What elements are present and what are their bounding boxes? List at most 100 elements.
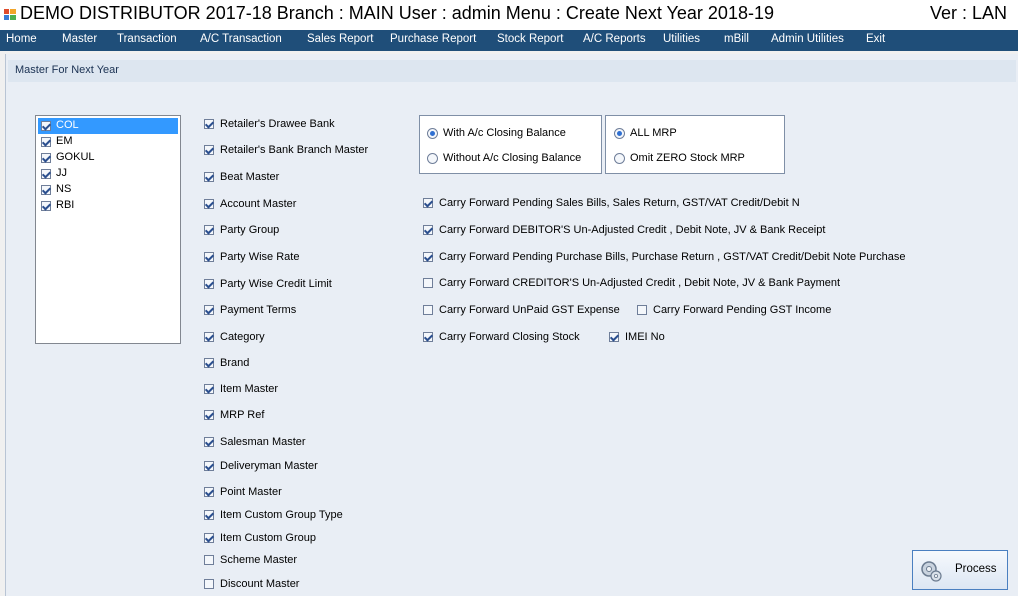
radio-label: Without A/c Closing Balance (443, 152, 582, 164)
radio-button[interactable] (427, 128, 438, 139)
checkbox[interactable] (204, 410, 214, 420)
company-list[interactable]: COL EM GOKUL JJ NS RBI (35, 115, 181, 344)
checkbox[interactable] (423, 332, 433, 342)
version-label: Ver : LAN (930, 3, 1008, 23)
company-item-col[interactable]: COL (38, 118, 178, 134)
checkbox[interactable] (423, 225, 433, 235)
menu-sales-report[interactable]: Sales Report (307, 33, 373, 45)
checkbox[interactable] (204, 172, 214, 182)
checkbox[interactable] (204, 437, 214, 447)
menu-purchase-report[interactable]: Purchase Report (390, 33, 476, 45)
checkbox-label: Party Wise Rate (220, 251, 300, 263)
menu-master[interactable]: Master (62, 33, 97, 45)
company-label: EM (56, 135, 73, 147)
checkbox[interactable] (204, 358, 214, 368)
checkbox[interactable] (204, 487, 214, 497)
menu-transaction[interactable]: Transaction (117, 33, 177, 45)
checkbox[interactable] (204, 579, 214, 589)
radio-button[interactable] (614, 128, 625, 139)
checkbox-label: Carry Forward Closing Stock (439, 331, 580, 343)
company-label: NS (56, 183, 72, 195)
checkbox-label: Carry Forward Pending Sales Bills, Sales… (439, 197, 800, 209)
panel-title: Master For Next Year (15, 64, 119, 76)
panel-header (8, 60, 1016, 82)
company-checkbox[interactable] (41, 169, 51, 179)
checkbox-label: Party Wise Credit Limit (220, 278, 332, 290)
checkbox-label: Salesman Master (220, 436, 306, 448)
checkbox[interactable] (204, 199, 214, 209)
radio-button[interactable] (614, 153, 625, 164)
title-bar: DEMO DISTRIBUTOR 2017-18 Branch : MAIN U… (0, 0, 1018, 30)
menu-stock-report[interactable]: Stock Report (497, 33, 563, 45)
checkbox[interactable] (204, 225, 214, 235)
company-item-jj[interactable]: JJ (38, 166, 178, 182)
checkbox[interactable] (204, 305, 214, 315)
checkbox[interactable] (204, 555, 214, 565)
closing-balance-group (419, 115, 602, 174)
company-item-em[interactable]: EM (38, 134, 178, 150)
checkbox[interactable] (204, 332, 214, 342)
checkbox[interactable] (204, 119, 214, 129)
radio-button[interactable] (427, 153, 438, 164)
radio-label: Omit ZERO Stock MRP (630, 152, 745, 164)
checkbox-label: Item Custom Group (220, 532, 316, 544)
process-label: Process (955, 563, 997, 575)
menu-utilities[interactable]: Utilities (663, 33, 700, 45)
company-item-ns[interactable]: NS (38, 182, 178, 198)
company-label: JJ (56, 167, 67, 179)
checkbox-label: IMEI No (625, 331, 665, 343)
checkbox-label: Discount Master (220, 578, 300, 590)
gear-icon (921, 561, 942, 582)
process-button[interactable]: Process (912, 550, 1008, 590)
checkbox[interactable] (423, 198, 433, 208)
checkbox[interactable] (609, 332, 619, 342)
checkbox-label: Carry Forward DEBITOR'S Un-Adjusted Cred… (439, 224, 826, 236)
checkbox-label: Deliveryman Master (220, 460, 318, 472)
radio-label: With A/c Closing Balance (443, 127, 566, 139)
checkbox-label: Brand (220, 357, 250, 369)
checkbox[interactable] (423, 305, 433, 315)
checkbox-label: Carry Forward Pending Purchase Bills, Pu… (439, 251, 906, 263)
menu-home[interactable]: Home (6, 33, 37, 45)
company-label: GOKUL (56, 151, 95, 163)
checkbox-label: Point Master (220, 486, 282, 498)
checkbox-label: Category (220, 331, 265, 343)
company-item-gokul[interactable]: GOKUL (38, 150, 178, 166)
company-checkbox[interactable] (41, 153, 51, 163)
menu-mbill[interactable]: mBill (724, 33, 749, 45)
company-label: RBI (56, 199, 75, 211)
checkbox[interactable] (423, 252, 433, 262)
checkbox-label: Payment Terms (220, 304, 297, 316)
app-icon (4, 9, 16, 20)
checkbox[interactable] (637, 305, 647, 315)
mrp-group (605, 115, 785, 174)
checkbox-label: Carry Forward CREDITOR'S Un-Adjusted Cre… (439, 277, 841, 289)
checkbox-label: Account Master (220, 198, 297, 210)
company-item-rbi[interactable]: RBI (38, 198, 178, 214)
menu-admin-utilities[interactable]: Admin Utilities (771, 33, 844, 45)
menu-exit[interactable]: Exit (866, 33, 885, 45)
checkbox[interactable] (423, 278, 433, 288)
checkbox-label: Beat Master (220, 171, 280, 183)
checkbox[interactable] (204, 510, 214, 520)
company-checkbox[interactable] (41, 201, 51, 211)
company-label: COL (56, 119, 79, 131)
checkbox[interactable] (204, 461, 214, 471)
company-checkbox[interactable] (41, 185, 51, 195)
checkbox-label: Party Group (220, 224, 280, 236)
checkbox-label: Item Master (220, 383, 279, 395)
checkbox-label: Retailer's Drawee Bank (220, 118, 335, 130)
checkbox-label: Carry Forward UnPaid GST Expense (439, 304, 620, 316)
company-checkbox[interactable] (41, 121, 51, 131)
checkbox-label: Scheme Master (220, 554, 298, 566)
checkbox-label: Carry Forward Pending GST Income (653, 304, 832, 316)
checkbox[interactable] (204, 279, 214, 289)
menu-ac-transaction[interactable]: A/C Transaction (200, 33, 282, 45)
checkbox[interactable] (204, 145, 214, 155)
menu-ac-reports[interactable]: A/C Reports (583, 33, 646, 45)
checkbox[interactable] (204, 384, 214, 394)
checkbox[interactable] (204, 533, 214, 543)
checkbox-label: Retailer's Bank Branch Master (220, 144, 369, 156)
checkbox[interactable] (204, 252, 214, 262)
company-checkbox[interactable] (41, 137, 51, 147)
